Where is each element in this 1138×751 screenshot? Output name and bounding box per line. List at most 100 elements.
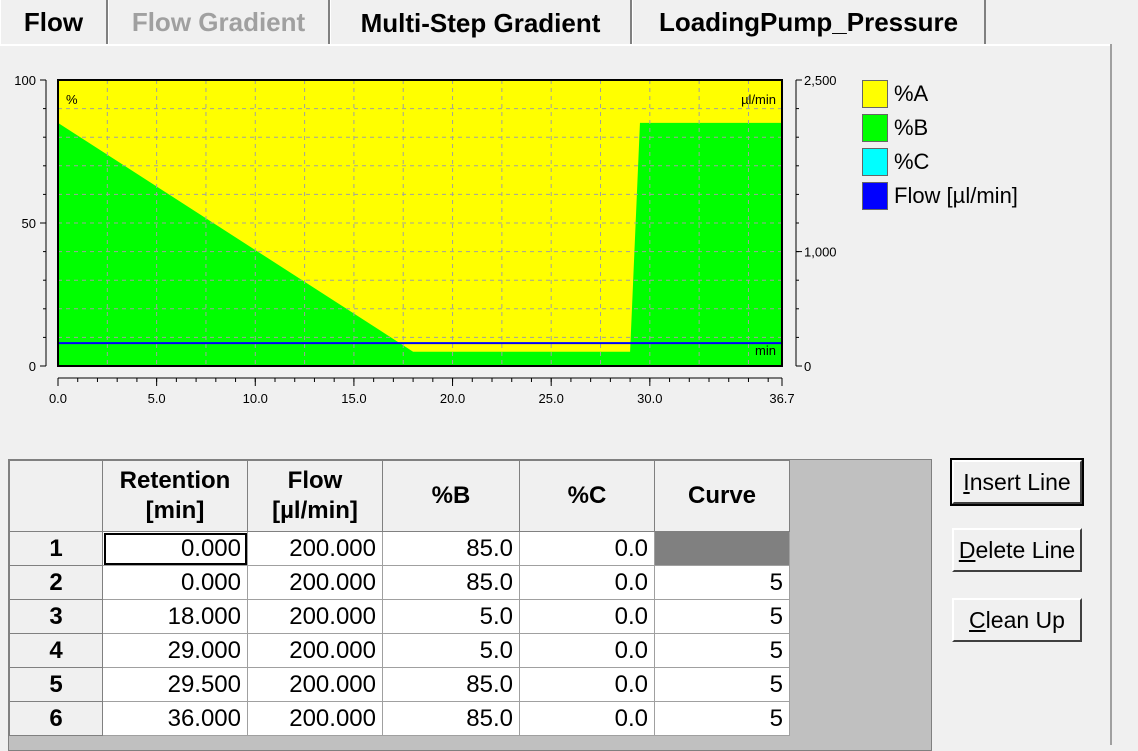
cell-c[interactable]: 0.0 [519,599,655,634]
cell-curve[interactable]: 5 [654,565,790,600]
table-row: 3 18.000 200.000 5.0 0.0 5 [9,599,790,634]
cell-flow[interactable]: 200.000 [247,633,383,668]
right-axis-tick-label: 0 [804,359,811,374]
legend-item-b: %B [862,114,928,142]
row-number[interactable]: 3 [9,599,103,634]
tab-flow-label: Flow [23,6,84,37]
window-right-edge [1112,0,1138,745]
cell-retention[interactable]: 0.000 [102,565,248,600]
table-header-row: Retention [min] Flow [µl/min] %B %C Curve [9,460,790,532]
cell-curve[interactable]: 5 [654,633,790,668]
cell-flow[interactable]: 200.000 [247,599,383,634]
left-axis-unit: % [66,92,78,107]
clean-up-mnemonic: C [969,606,986,633]
tab-multi-step-gradient[interactable]: Multi-Step Gradient [330,0,632,46]
legend-label-b: %B [894,115,929,140]
tab-loadingpump-pressure[interactable]: LoadingPump_Pressure [632,0,986,44]
tab-panel-top-border [0,44,1112,46]
cell-curve[interactable]: 5 [654,701,790,736]
cell-retention[interactable]: 29.000 [102,633,248,668]
legend-label-c: %C [894,149,930,174]
delete-line-label: elete Line [975,536,1076,563]
tab-flow[interactable]: Flow [0,0,108,44]
x-axis-tick-label: 15.0 [341,391,366,406]
tab-bar: Flow Flow Gradient Multi-Step Gradient L… [0,0,1110,46]
cell-retention[interactable]: 18.000 [102,599,248,634]
header-retention-line2: [min] [145,497,205,524]
row-number[interactable]: 4 [9,633,103,668]
cell-c[interactable]: 0.0 [519,633,655,668]
clean-up-label: lean Up [985,606,1065,633]
cell-b[interactable]: 85.0 [382,667,520,702]
x-axis-tick-label: 20.0 [440,391,465,406]
legend-item-a: %A [862,80,928,108]
table-row: 1 0.000 200.000 85.0 0.0 [9,531,790,566]
cell-b[interactable]: 85.0 [382,531,520,566]
table-row: 4 29.000 200.000 5.0 0.0 5 [9,633,790,668]
x-axis-tick-label: 10.0 [243,391,268,406]
header-flow-line1: Flow [287,467,343,494]
cell-curve[interactable]: 5 [654,667,790,702]
table-row: 2 0.000 200.000 85.0 0.0 5 [9,565,790,600]
tab-multi-step-gradient-label: Multi-Step Gradient [360,7,601,38]
legend-swatch-a [862,80,888,108]
cell-b[interactable]: 85.0 [382,701,520,736]
legend-label-a: %A [894,81,929,106]
x-axis-tick-label: 0.0 [49,391,67,406]
left-axis-tick-label: 100 [14,73,36,88]
cell-flow[interactable]: 200.000 [247,565,383,600]
delete-line-button[interactable]: Delete Line [952,528,1082,572]
gradient-table: Retention [min] Flow [µl/min] %B %C Curve … [8,459,932,751]
legend-swatch-b [862,114,888,142]
x-axis-tick-label: 5.0 [148,391,166,406]
right-axis-unit: µl/min [741,92,776,107]
header-b-label: %B [431,482,471,509]
row-number[interactable]: 5 [9,667,103,702]
cell-retention[interactable]: 29.500 [102,667,248,702]
left-axis-tick-label: 0 [29,359,36,374]
cell-retention[interactable]: 36.000 [102,701,248,736]
gradient-chart: 100 50 0 2,500 1,000 0 0.0 5.0 10.0 15.0 20.0 25.0 3… [14,73,837,406]
cell-b[interactable]: 5.0 [382,599,520,634]
right-axis-tick-label: 1,000 [804,245,837,260]
legend-swatch-c [862,148,888,176]
cell-c[interactable]: 0.0 [519,701,655,736]
x-axis-unit: min [755,343,776,358]
cell-b[interactable]: 5.0 [382,633,520,668]
cell-flow[interactable]: 200.000 [247,667,383,702]
header-curve[interactable]: Curve [654,460,790,532]
cell-retention[interactable]: 0.000 [102,531,248,566]
cell-curve[interactable] [654,531,790,566]
header-b[interactable]: %B [382,460,520,532]
table-row: 6 36.000 200.000 85.0 0.0 5 [9,701,790,736]
clean-up-button[interactable]: Clean Up [952,598,1082,642]
header-retention-line1: Retention [119,467,231,494]
cell-curve[interactable]: 5 [654,599,790,634]
chart-plot-area [58,80,782,367]
table-body: 1 0.000 200.000 85.0 0.0 2 0.000 200.000… [9,531,790,736]
row-number[interactable]: 2 [9,565,103,600]
cell-flow[interactable]: 200.000 [247,531,383,566]
tab-flow-gradient[interactable]: Flow Gradient [108,0,330,44]
cell-b[interactable]: 85.0 [382,565,520,600]
x-axis-tick-label: 30.0 [637,391,662,406]
cell-c[interactable]: 0.0 [519,667,655,702]
row-number[interactable]: 6 [9,701,103,736]
right-axis-tick-label: 2,500 [804,73,837,88]
header-curve-label: Curve [687,482,757,509]
header-flow-line2: [µl/min] [272,497,358,524]
header-c[interactable]: %C [519,460,655,532]
header-retention[interactable]: Retention [min] [102,460,248,532]
x-axis-tick-label: 25.0 [539,391,564,406]
table-row: 5 29.500 200.000 85.0 0.0 5 [9,667,790,702]
tab-loadingpump-pressure-label: LoadingPump_Pressure [658,6,959,37]
cell-c[interactable]: 0.0 [519,531,655,566]
row-number[interactable]: 1 [9,531,103,566]
cell-flow[interactable]: 200.000 [247,701,383,736]
cell-c[interactable]: 0.0 [519,565,655,600]
insert-line-button[interactable]: Insert Line [950,458,1084,506]
legend-item-c: %C [862,148,929,176]
header-flow[interactable]: Flow [µl/min] [247,460,383,532]
header-corner [9,460,103,532]
x-axis-tick-label: 36.7 [769,391,794,406]
